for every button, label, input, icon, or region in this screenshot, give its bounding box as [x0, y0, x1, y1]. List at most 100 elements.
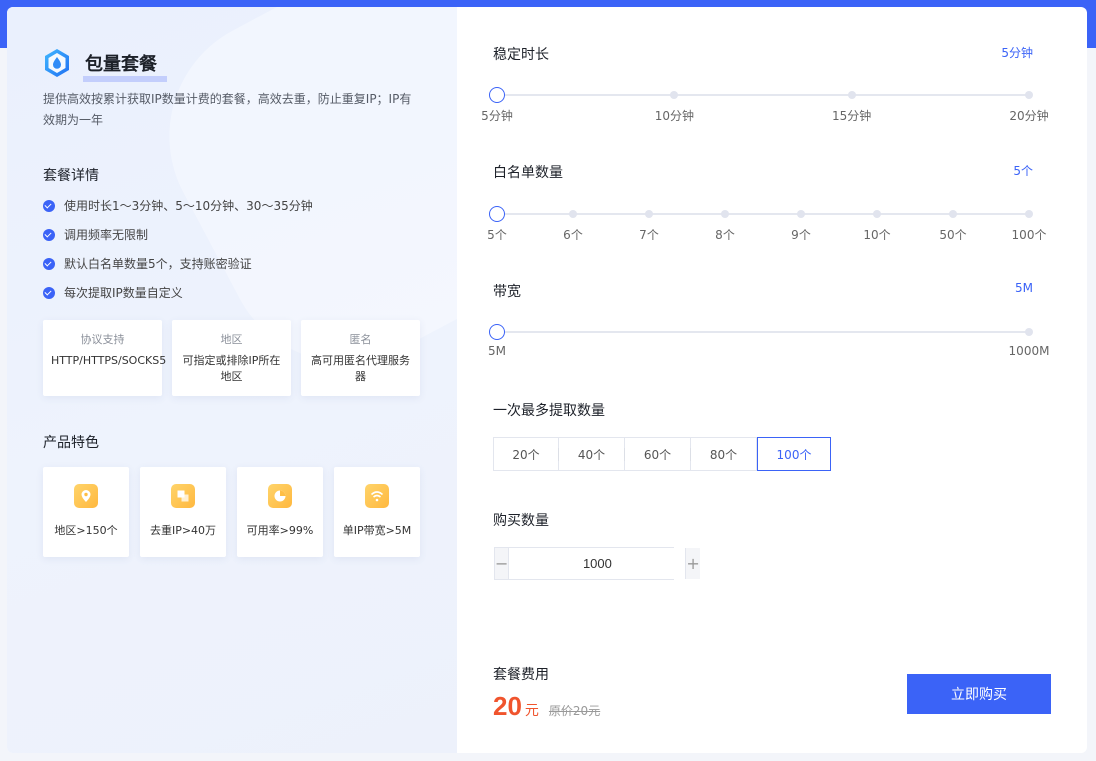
feature-card-availability: 可用率>99% — [237, 467, 323, 557]
feature-card-regions: 地区>150个 — [43, 467, 129, 557]
slider-stop[interactable] — [1025, 328, 1033, 336]
list-item: 调用频率无限制 — [43, 220, 313, 249]
slider-handle[interactable] — [489, 206, 505, 222]
info-card-title: 地区 — [220, 333, 243, 346]
slider-stop[interactable] — [645, 210, 653, 218]
list-item: 每次提取IP数量自定义 — [43, 278, 313, 307]
detail-text: 默认白名单数量5个，支持账密验证 — [64, 257, 252, 271]
package-description: 提供高效按累计获取IP数量计费的套餐，高效去重，防止重复IP；IP有效期为一年 — [43, 92, 412, 127]
feature-label: 去重IP>40万 — [149, 524, 217, 537]
buy-now-button[interactable]: 立即购买 — [907, 674, 1051, 714]
slider-track[interactable] — [497, 331, 1029, 333]
slider-tick-label: 5个 — [487, 228, 507, 242]
duration-value: 5分钟 — [1001, 46, 1033, 60]
quantity-input[interactable] — [508, 548, 687, 579]
slider-stop[interactable] — [1025, 210, 1033, 218]
extract-label: 一次最多提取数量 — [493, 403, 605, 419]
feature-card-dedupe: 去重IP>40万 — [140, 467, 226, 557]
feature-label: 可用率>99% — [246, 524, 314, 537]
slider-handle[interactable] — [489, 324, 505, 340]
slider-stop[interactable] — [847, 91, 856, 99]
slider-handle[interactable] — [489, 87, 505, 103]
pie-chart-icon — [268, 484, 292, 508]
check-circle-icon — [43, 257, 55, 270]
slider-stop[interactable] — [1025, 91, 1033, 99]
slider-tick-label: 10分钟 — [654, 109, 694, 123]
whitelist-label: 白名单数量 — [493, 165, 563, 181]
info-card-title: 匿名 — [349, 333, 372, 346]
slider-tick-label: 5M — [488, 344, 506, 358]
info-cards: 协议支持 HTTP/HTTPS/SOCKS5 地区 可指定或排除IP所在地区 匿… — [43, 320, 420, 396]
slider-tick-label: 9个 — [791, 228, 811, 242]
wifi-icon — [365, 484, 389, 508]
extract-option-100[interactable]: 100个 — [757, 437, 831, 471]
slider-tick-label: 1000M — [1008, 344, 1050, 358]
slider-tick-label: 8个 — [715, 228, 735, 242]
decrement-button[interactable]: − — [495, 548, 509, 579]
slider-tick-label: 20分钟 — [1009, 109, 1049, 123]
price-amount: 20 — [493, 691, 522, 721]
check-circle-icon — [43, 286, 55, 299]
extract-option-60[interactable]: 60个 — [624, 437, 691, 471]
package-card: 包量套餐 提供高效按累计获取IP数量计费的套餐，高效去重，防止重复IP；IP有效… — [7, 7, 1087, 753]
package-logo-icon — [45, 49, 69, 77]
feature-card-bandwidth: 单IP带宽>5M — [334, 467, 420, 557]
slider-tick-label: 6个 — [563, 228, 583, 242]
slider-tick-label: 5分钟 — [481, 109, 513, 123]
feature-label: 单IP带宽>5M — [342, 524, 412, 537]
slider-stop[interactable] — [873, 210, 881, 218]
whitelist-slider[interactable]: 5个 6个 7个 8个 9个 10个 50个 100个 — [487, 204, 1046, 242]
detail-text: 使用时长1～3分钟、5～10分钟、30～35分钟 — [64, 199, 313, 213]
slider-tick-label: 50个 — [939, 228, 967, 242]
info-card-anonymous: 匿名 高可用匿名代理服务器 — [301, 320, 420, 396]
original-price: 原价20元 — [548, 704, 601, 718]
slider-tick-label: 7个 — [639, 228, 659, 242]
info-card-protocol: 协议支持 HTTP/HTTPS/SOCKS5 — [43, 320, 167, 396]
slider-stop[interactable] — [949, 210, 957, 218]
slider-stop[interactable] — [797, 210, 805, 218]
increment-button[interactable]: + — [686, 548, 700, 579]
detail-text: 调用频率无限制 — [64, 228, 149, 242]
list-item: 使用时长1～3分钟、5～10分钟、30～35分钟 — [43, 191, 313, 220]
feature-label: 地区>150个 — [54, 524, 118, 537]
slider-tick-label: 10个 — [863, 228, 891, 242]
slider-stop[interactable] — [569, 210, 577, 218]
package-title: 包量套餐 — [83, 50, 167, 82]
extract-option-20[interactable]: 20个 — [493, 437, 559, 471]
extract-quantity-options: 20个 40个 60个 80个 100个 — [493, 437, 831, 471]
extract-option-40[interactable]: 40个 — [558, 437, 625, 471]
whitelist-value: 5个 — [1013, 164, 1033, 178]
price-unit: 元 — [524, 703, 539, 719]
slider-tick-label: 15分钟 — [832, 109, 872, 123]
dedupe-icon — [171, 484, 195, 508]
package-info-panel: 包量套餐 提供高效按累计获取IP数量计费的套餐，高效去重，防止重复IP；IP有效… — [7, 7, 457, 753]
feature-cards: 地区>150个 去重IP>40万 可用率>99% 单IP带宽>5M — [43, 467, 420, 557]
slider-track[interactable] — [497, 94, 1029, 96]
package-header: 包量套餐 — [43, 48, 167, 82]
check-circle-icon — [43, 228, 55, 241]
duration-label: 稳定时长 — [493, 47, 549, 63]
info-card-text: 可指定或排除IP所在地区 — [182, 354, 281, 383]
location-icon — [74, 484, 98, 508]
info-card-text: HTTP/HTTPS/SOCKS5 — [51, 354, 167, 367]
bandwidth-value: 5M — [1015, 281, 1033, 295]
features-heading: 产品特色 — [43, 435, 99, 451]
bandwidth-label: 带宽 — [493, 284, 521, 300]
quantity-stepper: − + — [494, 547, 700, 580]
list-item: 默认白名单数量5个，支持账密验证 — [43, 249, 313, 278]
extract-option-80[interactable]: 80个 — [690, 437, 757, 471]
duration-slider[interactable]: 5分钟 10分钟 15分钟 20分钟 — [481, 85, 1049, 123]
slider-stop[interactable] — [670, 91, 679, 99]
purchase-quantity-label: 购买数量 — [493, 513, 549, 529]
details-list: 使用时长1～3分钟、5～10分钟、30～35分钟 调用频率无限制 默认白名单数量… — [43, 191, 313, 307]
info-card-region: 地区 可指定或排除IP所在地区 — [172, 320, 291, 396]
slider-stop[interactable] — [721, 210, 729, 218]
info-card-text: 高可用匿名代理服务器 — [311, 354, 410, 383]
purchase-panel: 稳定时长 5分钟 5分钟 10分钟 15分钟 20分钟 白名单数量 5个 5个 6个 7个… — [457, 7, 1087, 753]
price-label: 套餐费用 — [493, 667, 549, 683]
slider-tick-label: 100个 — [1011, 228, 1047, 242]
info-card-title: 协议支持 — [80, 333, 125, 346]
bandwidth-slider[interactable]: 5M 1000M — [488, 322, 1049, 358]
price-row: 20 元 原价20元 — [493, 691, 600, 722]
check-circle-icon — [43, 199, 55, 212]
